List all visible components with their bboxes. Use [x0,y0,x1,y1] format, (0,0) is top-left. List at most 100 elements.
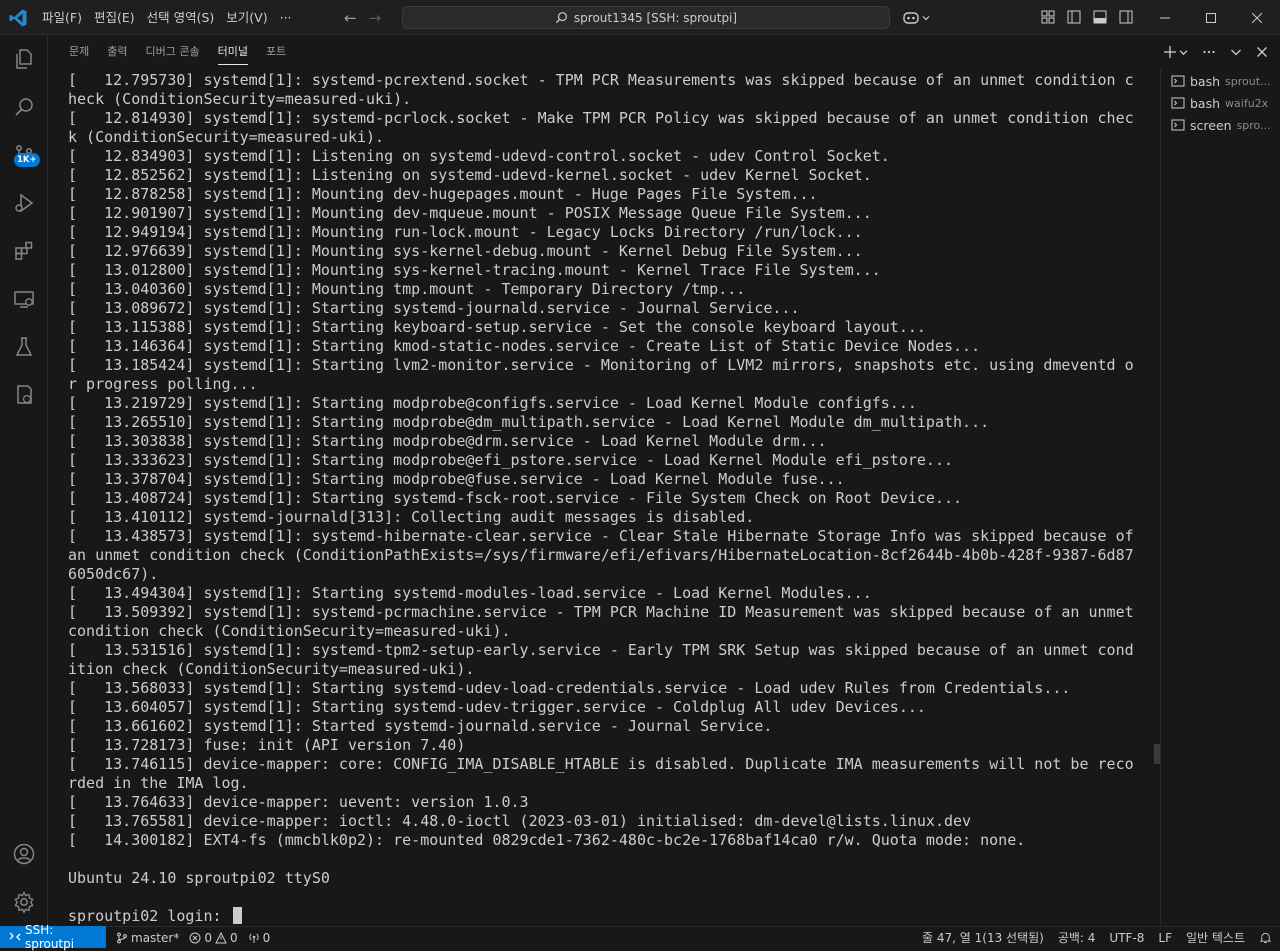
remote-label: SSH: sproutpi [24,923,75,951]
terminal-line: [ 13.509392] systemd[1]: systemd-pcrmach… [68,603,1143,640]
remote-icon [9,932,21,941]
terminal-line: [ 13.408724] systemd[1]: Starting system… [68,489,963,507]
terminal-line: [ 13.146364] systemd[1]: Starting kmod-s… [68,337,981,355]
menu-more[interactable]: ··· [274,0,298,35]
terminal-prompt-line[interactable]: sproutpi02 login: [68,907,1140,926]
terminal-icon [1171,75,1185,87]
branch-indicator[interactable]: master* [116,931,179,945]
terminal-line: [ 12.949194] systemd[1]: Mounting run-lo… [68,223,863,241]
terminal-line: [ 13.746115] device-mapper: core: CONFIG… [68,755,1134,792]
collapse-icon[interactable] [1230,46,1242,58]
maximize-button[interactable] [1188,0,1234,35]
menu-view[interactable]: 보기(V) [220,0,273,35]
tab-debug-console[interactable]: 디버그 콘솔 [137,35,209,69]
accounts-button[interactable] [0,830,48,878]
branch-name: master* [131,930,180,945]
testing-icon [15,337,33,356]
terminal-tab-description: waifu2x [1225,96,1269,110]
window-controls [1142,0,1280,35]
customize-layout-icon[interactable] [1040,9,1056,25]
vscode-logo-icon [9,9,27,27]
terminal-line: [ 13.115388] systemd[1]: Starting keyboa… [68,318,926,336]
terminal-line: [ 12.795730] systemd[1]: systemd-pcrexte… [68,71,1134,108]
problems-indicator[interactable]: 0 0 [189,930,238,945]
extensions-button[interactable] [0,227,48,275]
minimize-button[interactable] [1142,0,1188,35]
cursor-position[interactable]: 줄 47, 열 1(13 선택됨) [922,929,1044,946]
end-of-line[interactable]: LF [1158,931,1172,945]
error-icon [189,932,201,943]
warning-icon [215,931,227,943]
command-center[interactable]: sprout1345 [SSH: sproutpi] [402,6,890,29]
remote-status-button[interactable] [0,371,48,419]
more-icon[interactable] [1202,45,1216,59]
encoding[interactable]: UTF-8 [1109,931,1144,945]
close-window-button[interactable] [1234,0,1280,35]
menu-selection[interactable]: 선택 영역(S) [141,0,221,35]
terminal-tab-name: bash [1190,73,1221,89]
terminal-line: [ 13.661602] systemd[1]: Started systemd… [68,717,773,735]
chevron-down-icon [922,16,930,21]
testing-button[interactable] [0,323,48,371]
warning-count: 0 [229,930,238,945]
terminal-tab-bash-sprout[interactable]: bash sprout... [1171,70,1275,92]
search-icon [15,98,33,116]
notifications-bell-icon[interactable] [1259,931,1272,944]
search-button[interactable] [0,83,48,131]
terminal-tabs-list: bash sprout... bash waifu2x screen spro.… [1160,69,1280,926]
terminal-tab-description: spro... [1236,118,1271,132]
indentation[interactable]: 공백: 4 [1058,929,1096,946]
tab-terminal[interactable]: 터미널 [209,35,257,69]
terminal-line: [ 13.604057] systemd[1]: Starting system… [68,698,926,716]
back-arrow-icon[interactable]: ← [344,9,357,27]
tab-problems[interactable]: 문제 [60,35,98,69]
terminal-line: [ 13.303838] systemd[1]: Starting modpro… [68,432,827,450]
tab-ports[interactable]: 포트 [257,35,295,69]
minimize-icon [1160,17,1170,18]
broadcast-icon [249,933,259,943]
terminal-line: [ 13.089672] systemd[1]: Starting system… [68,299,800,317]
terminal-line: [ 12.901907] systemd[1]: Mounting dev-mq… [68,204,872,222]
toggle-panel-icon[interactable] [1092,9,1108,25]
language-mode[interactable]: 일반 텍스트 [1186,929,1245,946]
terminal-line: [ 13.040360] systemd[1]: Mounting tmp.mo… [68,280,746,298]
new-terminal-button[interactable] [1163,45,1188,59]
toggle-secondary-sidebar-icon[interactable] [1118,9,1134,25]
menu-edit[interactable]: 편집(E) [88,0,141,35]
run-debug-button[interactable] [0,179,48,227]
terminal-tab-screen[interactable]: screen spro... [1171,114,1275,136]
close-icon[interactable] [1256,46,1268,58]
close-icon [1252,12,1262,23]
terminal-tab-name: screen [1190,117,1232,133]
title-bar: 파일(F) 편집(E) 선택 영역(S) 보기(V) ··· ← → sprou… [0,0,1280,35]
terminal-line: [ 13.219729] systemd[1]: Starting modpro… [68,394,917,412]
command-center-label: sprout1345 [SSH: sproutpi] [573,10,738,25]
toggle-primary-sidebar-icon[interactable] [1066,9,1082,25]
remote-explorer-button[interactable] [0,275,48,323]
terminal-cursor [232,907,242,924]
manage-button[interactable] [0,878,48,926]
forward-arrow-icon[interactable]: → [369,9,382,27]
terminal-line: [ 13.494304] systemd[1]: Starting system… [68,584,872,602]
menu-file[interactable]: 파일(F) [36,0,88,35]
terminal-output: [ 12.795730] systemd[1]: systemd-pcrexte… [68,71,1140,926]
explorer-button[interactable] [0,35,48,83]
remote-indicator[interactable]: SSH: sproutpi [0,923,106,951]
search-icon [555,12,567,24]
terminal-tab-bash-waifu2x[interactable]: bash waifu2x [1171,92,1275,114]
terminal-line: [ 13.728173] fuse: init (API version 7.4… [68,736,466,754]
terminal-icon [1171,97,1185,109]
add-terminal-icon [1164,46,1176,58]
terminal-line: [ 13.410112] systemd-journald[313]: Coll… [68,508,755,526]
navigation-arrows: ← → [344,0,381,35]
chevron-down-icon[interactable] [1179,48,1188,57]
run-debug-icon [15,193,34,213]
maximize-icon [1206,12,1216,23]
ports-indicator[interactable]: 0 [248,931,270,945]
copilot-button[interactable] [902,9,934,27]
tab-output[interactable]: 출력 [98,35,136,69]
terminal[interactable]: [ 12.795730] systemd[1]: systemd-pcrexte… [48,69,1160,926]
panel-actions [1163,35,1268,69]
copilot-icon [903,12,919,24]
